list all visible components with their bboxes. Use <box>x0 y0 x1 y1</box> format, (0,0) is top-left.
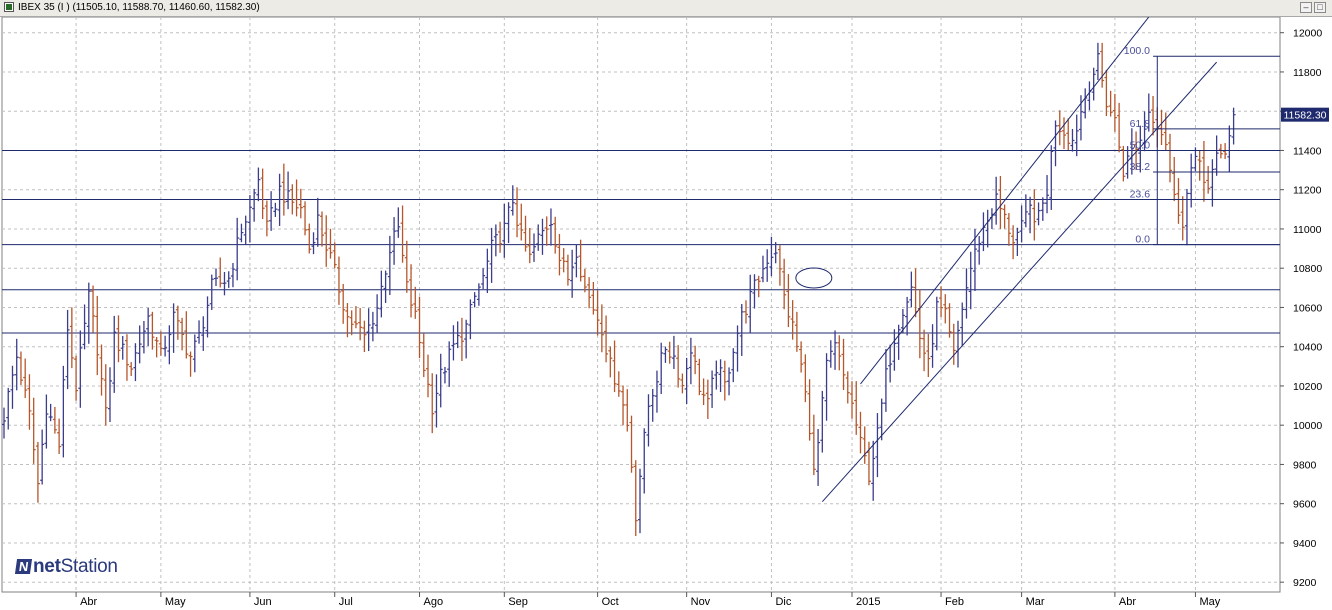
y-tick-label: 11000 <box>1293 224 1322 236</box>
y-tick-label: 11200 <box>1293 185 1322 197</box>
x-tick-label: Feb <box>945 596 964 608</box>
minimize-button[interactable]: – <box>1300 2 1312 13</box>
y-tick-label: 10400 <box>1293 342 1322 354</box>
x-tick-label: Oct <box>602 596 619 608</box>
y-tick-label: 11400 <box>1293 145 1322 157</box>
fib-level-label: 100.0 <box>1124 45 1150 57</box>
x-tick-label: Mar <box>1026 596 1045 608</box>
x-tick-label: Abr <box>80 596 97 608</box>
y-tick-label: 9400 <box>1293 538 1317 550</box>
price-chart[interactable]: 9200 9400 9600 9800 10000 10200 10400 10600 1080… <box>0 17 1332 610</box>
x-tick-label: May <box>165 596 186 608</box>
y-tick-label: 10000 <box>1293 420 1322 432</box>
fib-level-label: 0.0 <box>1135 234 1150 246</box>
last-price-label: 11582.30 <box>1283 110 1326 122</box>
x-tick-label: May <box>1199 596 1220 608</box>
restore-button[interactable]: □ <box>1314 2 1326 13</box>
y-tick-label: 9200 <box>1293 577 1317 589</box>
y-tick-label: 12000 <box>1293 28 1322 40</box>
fib-level-label: 61.8 <box>1130 118 1151 130</box>
fib-level-label: 50.0 <box>1130 139 1151 151</box>
window-titlebar: IBEX 35 (I ) (11505.10, 11588.70, 11460.… <box>0 0 1332 17</box>
y-tick-label: 9600 <box>1293 499 1317 511</box>
x-tick-label: Jul <box>339 596 353 608</box>
x-tick-label: Nov <box>691 596 711 608</box>
chart-window-icon <box>4 2 14 12</box>
y-tick-label: 9800 <box>1293 459 1317 471</box>
x-tick-label: Jun <box>254 596 272 608</box>
y-tick-label: 10600 <box>1293 302 1322 314</box>
window-title: IBEX 35 (I ) (11505.10, 11588.70, 11460.… <box>18 2 260 13</box>
x-tick-label: Sep <box>508 596 528 608</box>
y-tick-label: 11800 <box>1293 67 1322 79</box>
x-tick-label: Abr <box>1119 596 1136 608</box>
y-tick-label: 10200 <box>1293 381 1322 393</box>
x-tick-label: 2015 <box>856 596 880 608</box>
netstation-logo: NnetStation <box>14 556 118 578</box>
y-tick-label: 10800 <box>1293 263 1322 275</box>
x-tick-label: Dic <box>775 596 791 608</box>
x-tick-label: Ago <box>424 596 444 608</box>
fib-level-label: 38.2 <box>1130 161 1151 173</box>
fib-level-label: 23.6 <box>1130 189 1151 201</box>
chart-background <box>0 17 1332 610</box>
netstation-logo-icon: N <box>14 559 33 574</box>
